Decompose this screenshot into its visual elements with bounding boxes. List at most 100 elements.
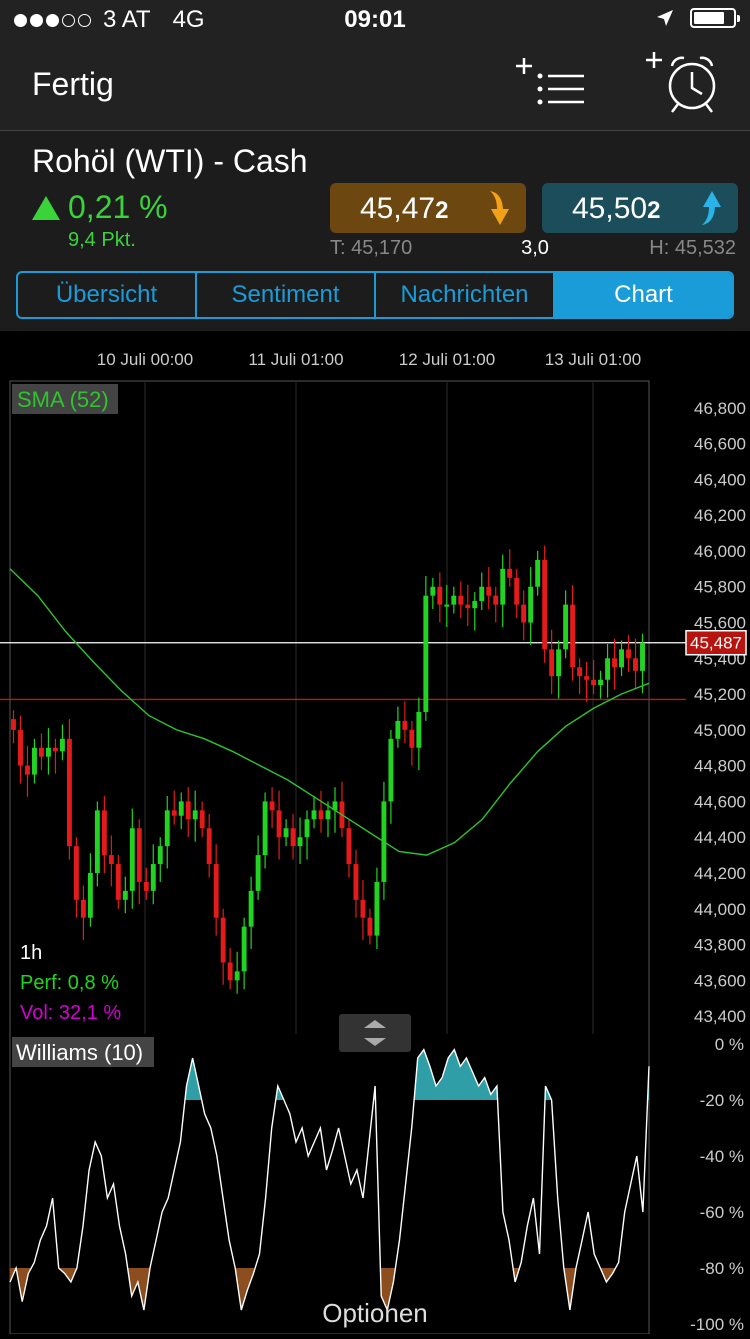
candle-body <box>200 810 205 828</box>
sell-price-pip: 2 <box>435 197 448 224</box>
candle-body <box>591 680 596 685</box>
up-arrow-icon <box>698 189 728 227</box>
candle-body <box>39 748 44 757</box>
sma-label: SMA (52) <box>17 387 109 412</box>
candle-body <box>95 810 100 873</box>
candle-body <box>228 962 233 980</box>
candle-body <box>584 676 589 680</box>
price-axis: 46,80046,60046,40046,20046,00045,80045,6… <box>694 399 746 1026</box>
candle-body <box>11 719 16 730</box>
candle-body <box>158 846 163 864</box>
navigation-bar: Fertig <box>0 40 750 131</box>
spread-value: 3,0 <box>500 237 570 260</box>
candle-body <box>577 667 582 676</box>
candle-body <box>130 828 135 891</box>
tab-overview[interactable]: Übersicht <box>18 273 197 317</box>
candle-body <box>444 605 449 607</box>
candle-body <box>626 649 631 658</box>
candle-body <box>430 587 435 596</box>
current-price-tag: 45,487 <box>686 631 746 655</box>
candle-body <box>563 605 568 650</box>
y-tick-label: 46,800 <box>694 399 746 418</box>
candle-body <box>291 828 296 846</box>
x-tick-label: 11 Juli 01:00 <box>248 350 343 369</box>
williams-tick-label: -60 % <box>700 1203 744 1222</box>
candle-body <box>235 971 240 980</box>
overbought-fill <box>10 1050 649 1310</box>
buy-price: 45,502 <box>572 192 660 226</box>
y-tick-label: 44,000 <box>694 900 746 919</box>
candle-body <box>465 605 470 609</box>
candle-body <box>521 605 526 623</box>
add-to-list-icon[interactable] <box>512 54 592 114</box>
candle-body <box>528 587 533 623</box>
done-button[interactable]: Fertig <box>32 66 114 103</box>
candle-body <box>312 810 317 819</box>
candle-body <box>179 801 184 815</box>
y-tick-label: 46,600 <box>694 435 746 454</box>
candle-body <box>598 680 603 685</box>
y-tick-label: 45,000 <box>694 721 746 740</box>
candle-body <box>53 748 58 752</box>
y-tick-label: 46,000 <box>694 542 746 561</box>
candle-body <box>60 739 65 752</box>
candle-body <box>640 643 645 671</box>
instrument-name: Rohöl (WTI) - Cash <box>32 143 308 180</box>
candle-body <box>347 828 352 864</box>
candle-body <box>46 748 51 757</box>
tab-news[interactable]: Nachrichten <box>376 273 555 317</box>
candle-body <box>388 739 393 802</box>
candle-body <box>633 658 638 671</box>
candle-body <box>298 837 303 846</box>
y-tick-label: 44,400 <box>694 828 746 847</box>
tab-chart[interactable]: Chart <box>555 273 732 317</box>
resize-handle-icon[interactable] <box>339 1014 411 1052</box>
williams-tick-label: -20 % <box>700 1091 744 1110</box>
y-tick-label: 46,400 <box>694 470 746 489</box>
candle-body <box>549 649 554 676</box>
clock: 09:01 <box>0 6 750 34</box>
x-tick-label: 10 Juli 00:00 <box>97 350 193 369</box>
candle-body <box>542 560 547 649</box>
candle-body <box>67 739 72 846</box>
candle-body <box>109 855 114 864</box>
instrument-header: Rohöl (WTI) - Cash 0,21 % 9,4 Pkt. 45,47… <box>0 131 750 331</box>
candle-body <box>514 578 519 605</box>
chart-canvas[interactable]: 10 Juli 00:0011 Juli 01:0012 Juli 01:001… <box>0 331 750 1334</box>
segment-tabs: Übersicht Sentiment Nachrichten Chart <box>16 271 734 319</box>
candle-body <box>319 810 324 819</box>
low-value: T: 45,170 <box>330 237 412 260</box>
tab-sentiment[interactable]: Sentiment <box>197 273 376 317</box>
candle-body <box>486 587 491 596</box>
high-value: H: 45,532 <box>649 237 736 260</box>
candle-body <box>165 810 170 846</box>
candle-body <box>102 810 107 855</box>
candle-body <box>18 730 23 766</box>
up-triangle-icon <box>32 196 60 220</box>
candle-body <box>249 891 254 927</box>
add-alarm-icon[interactable] <box>640 48 722 118</box>
candle-body <box>451 596 456 605</box>
williams-tick-label: 0 % <box>715 1035 744 1054</box>
options-button[interactable]: Optionen <box>0 1298 750 1329</box>
down-arrow-icon <box>486 189 516 227</box>
chart-area[interactable]: 10 Juli 00:0011 Juli 01:0012 Juli 01:001… <box>0 331 750 1334</box>
sell-price-button[interactable]: 45,472 <box>330 183 526 233</box>
candle-body <box>423 596 428 712</box>
candle-body <box>25 766 30 775</box>
candle-body <box>284 828 289 837</box>
candle-body <box>137 828 142 882</box>
sell-price: 45,472 <box>360 192 448 226</box>
current-price-label: 45,487 <box>690 634 742 653</box>
candle-body <box>354 864 359 900</box>
candle-body <box>367 918 372 936</box>
candle-body <box>395 721 400 739</box>
buy-price-button[interactable]: 45,502 <box>542 183 738 233</box>
y-tick-label: 43,600 <box>694 971 746 990</box>
grid <box>145 381 593 1034</box>
williams-tick-label: -40 % <box>700 1147 744 1166</box>
buy-price-main: 45,50 <box>572 192 647 225</box>
candle-body <box>151 864 156 891</box>
candle-body <box>270 801 275 810</box>
candle-body <box>612 658 617 667</box>
